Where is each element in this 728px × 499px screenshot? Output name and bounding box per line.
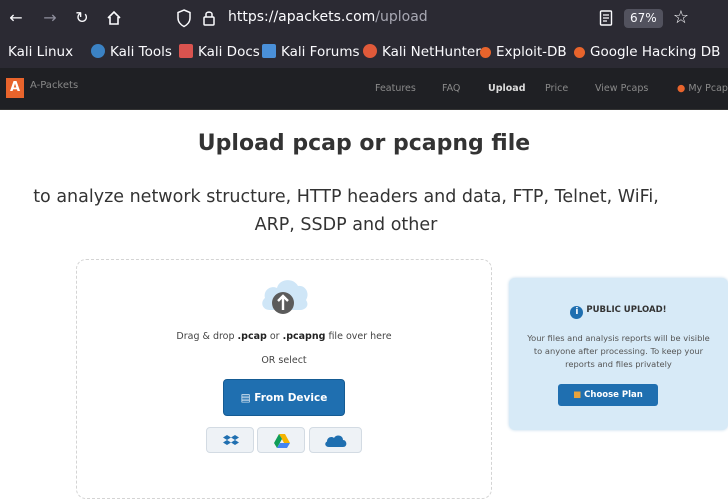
nav-price[interactable]: Price xyxy=(545,83,568,94)
bookmark-kali-nethunter[interactable]: Kali NetHunter xyxy=(363,43,481,61)
browser-toolbar: ← → ↻ https://apackets.com/upload 67% ☆ xyxy=(0,0,728,36)
bookmark-star-icon[interactable]: ☆ xyxy=(671,8,691,28)
tracking-shield-icon[interactable] xyxy=(176,8,192,28)
notice-heading: i PUBLIC UPLOAD! xyxy=(509,305,728,319)
bookmark-kali-tools[interactable]: Kali Tools xyxy=(91,43,172,61)
cloud-upload-icon[interactable] xyxy=(258,270,310,320)
reader-view-icon[interactable] xyxy=(599,9,613,27)
from-device-button[interactable]: ▤ From Device xyxy=(223,379,345,416)
kali-forums-icon xyxy=(262,44,276,58)
address-bar[interactable]: https://apackets.com/upload xyxy=(228,9,428,25)
subtitle-line-2: ARP, SSDP and other xyxy=(254,215,438,235)
hard-drive-icon: ▤ xyxy=(240,392,255,404)
bookmark-google-hacking-db[interactable]: Google Hacking DB xyxy=(574,43,720,61)
nav-faq[interactable]: FAQ xyxy=(442,83,460,94)
zoom-level-badge[interactable]: 67% xyxy=(624,9,663,28)
forward-arrow-icon[interactable]: → xyxy=(38,6,62,30)
bookmark-exploit-db[interactable]: Exploit-DB xyxy=(480,43,567,61)
a-packets-logo-icon[interactable]: A xyxy=(6,78,24,98)
ghdb-icon xyxy=(574,47,585,58)
nav-view-pcaps[interactable]: View Pcaps xyxy=(595,83,648,94)
nav-my-pcap[interactable]: ● My Pcap xyxy=(677,83,728,94)
google-drive-icon xyxy=(274,434,290,448)
kali-docs-icon xyxy=(179,44,193,58)
page-subtitle: to analyze network structure, HTTP heade… xyxy=(0,183,706,239)
kali-tools-icon xyxy=(91,44,105,58)
exploit-db-icon xyxy=(480,47,491,58)
nethunter-icon xyxy=(363,44,377,58)
nav-upload[interactable]: Upload xyxy=(488,83,526,94)
public-upload-notice: i PUBLIC UPLOAD! Your files and analysis … xyxy=(509,278,728,430)
onedrive-button[interactable] xyxy=(309,427,362,453)
bookmarks-toolbar: Kali Linux Kali Tools Kali Docs Kali For… xyxy=(0,36,728,68)
url-path: /upload xyxy=(375,9,428,25)
subtitle-line-1: to analyze network structure, HTTP heade… xyxy=(33,187,659,207)
bookmark-kali-linux[interactable]: Kali Linux xyxy=(8,43,73,61)
nav-features[interactable]: Features xyxy=(375,83,416,94)
drag-drop-instruction: Drag & drop .pcap or .pcapng file over h… xyxy=(176,331,392,342)
page-title: Upload pcap or pcapng file xyxy=(197,131,531,156)
lock-icon: ● xyxy=(677,83,689,94)
bookmark-kali-forums[interactable]: Kali Forums xyxy=(262,43,360,61)
lock-icon[interactable] xyxy=(202,9,216,27)
bookmark-kali-docs[interactable]: Kali Docs xyxy=(179,43,260,61)
back-arrow-icon[interactable]: ← xyxy=(4,6,28,30)
info-icon: i xyxy=(570,306,584,319)
dropbox-icon xyxy=(223,435,239,445)
notice-body: Your files and analysis reports will be … xyxy=(527,333,710,369)
site-header: A A-Packets Features FAQ Upload Price Vi… xyxy=(0,68,728,110)
dropbox-button[interactable] xyxy=(206,427,254,453)
choose-plan-button[interactable]: ■ Choose Plan xyxy=(558,384,658,406)
google-drive-button[interactable] xyxy=(257,427,305,453)
onedrive-icon xyxy=(325,435,347,447)
or-select-label: OR select xyxy=(261,355,307,366)
site-logo-text[interactable]: A-Packets xyxy=(30,80,78,91)
url-host: https://apackets.com xyxy=(228,9,376,25)
reload-icon[interactable]: ↻ xyxy=(70,6,94,30)
lock-icon: ■ xyxy=(573,390,585,400)
main-content: Upload pcap or pcapng file to analyze ne… xyxy=(0,111,728,499)
home-icon[interactable] xyxy=(102,6,126,30)
